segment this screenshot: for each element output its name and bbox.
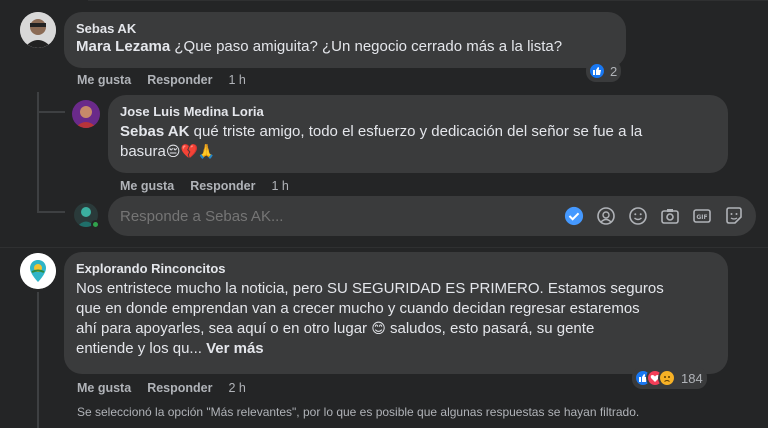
top-divider (88, 0, 768, 1)
filter-note: Se seleccionó la opción "Más relevantes"… (77, 405, 640, 419)
avatar-jose-luis[interactable] (72, 100, 100, 128)
comment-actions: Me gusta Responder 2 h (77, 381, 262, 395)
avatar-explorando-rinconcitos[interactable] (20, 253, 56, 289)
reply-button[interactable]: Responder (147, 73, 212, 87)
mention-link[interactable]: Sebas AK (120, 123, 189, 140)
comment-bubble-jose-luis: Jose Luis Medina Loria Sebas AK qué tris… (108, 95, 728, 173)
avatar-explorando-image (20, 253, 56, 289)
comment-actions: Me gusta Responder 1 h (120, 179, 305, 193)
reply-composer: GIF (108, 196, 756, 236)
comment-time[interactable]: 2 h (228, 381, 245, 395)
thread-branch (37, 111, 65, 113)
mention-link[interactable]: Mara Lezama (76, 38, 170, 55)
reaction-summary[interactable]: 2 (586, 60, 622, 82)
emoji-sad-heart-pray: 😔💔🙏 (165, 144, 216, 160)
like-button[interactable]: Me gusta (120, 179, 174, 193)
thread-line (37, 92, 39, 212)
gif-icon[interactable]: GIF (692, 206, 712, 226)
svg-text:GIF: GIF (696, 214, 707, 221)
like-button[interactable]: Me gusta (77, 381, 131, 395)
online-status-dot (91, 220, 100, 229)
thread-branch (37, 211, 65, 213)
reply-button[interactable]: Responder (190, 179, 255, 193)
comment-author[interactable]: Explorando Rinconcitos (76, 260, 716, 277)
check-icon[interactable] (564, 206, 584, 226)
reaction-count: 2 (610, 63, 618, 79)
see-more-link[interactable]: Ver más (206, 340, 264, 357)
comment-text: Nos entristece mucho la noticia, pero SU… (76, 280, 664, 357)
comment-bubble-explorando: Explorando Rinconcitos Nos entristece mu… (64, 252, 728, 374)
reply-tools: GIF (564, 206, 744, 226)
comment-author[interactable]: Jose Luis Medina Loria (120, 103, 716, 120)
comment-text: Sebas AK qué triste amigo, todo el esfue… (120, 123, 643, 160)
reaction-summary[interactable]: 184 (632, 367, 707, 389)
like-button[interactable]: Me gusta (77, 73, 131, 87)
comment-time[interactable]: 1 h (228, 73, 245, 87)
comment-actions: Me gusta Responder 1 h (77, 73, 262, 87)
sad-reaction-icon (658, 369, 676, 387)
emoji-smile: 😊 (371, 321, 386, 337)
avatar-sebas-ak[interactable] (20, 12, 56, 48)
reaction-count: 184 (681, 370, 703, 386)
avatar-sebas-ak-image (20, 12, 56, 48)
comment-author[interactable]: Sebas AK (76, 20, 614, 37)
thread-line (37, 292, 39, 428)
camera-icon[interactable] (660, 206, 680, 226)
comment-time[interactable]: 1 h (271, 179, 288, 193)
avatar-jose-luis-image (72, 100, 100, 128)
comment-bubble-sebas-ak: Sebas AK Mara Lezama ¿Que paso amiguita?… (64, 12, 626, 68)
emoji-icon[interactable] (628, 206, 648, 226)
reply-input[interactable] (120, 207, 564, 225)
avatar-sticker-icon[interactable] (596, 206, 616, 226)
like-reaction-icon (588, 62, 606, 80)
sticker-icon[interactable] (724, 206, 744, 226)
thread-divider (0, 247, 768, 248)
reply-button[interactable]: Responder (147, 381, 212, 395)
comment-text: Mara Lezama ¿Que paso amiguita? ¿Un nego… (76, 38, 563, 55)
